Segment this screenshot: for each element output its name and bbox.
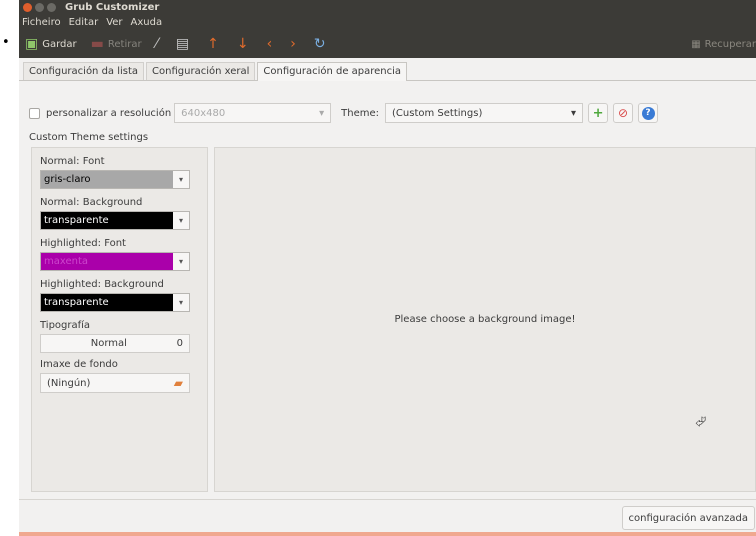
chevron-right-icon: › [290,36,296,52]
custom-theme-group-label: Custom Theme settings [29,132,149,143]
list-bullet: • [2,35,10,50]
arrow-down-icon: ↓ [236,36,249,52]
move-left-button[interactable]: ‹ [267,36,277,52]
resolution-theme-row: personalizar a resolución 640x480 ▾ Them… [29,101,756,125]
typography-font-button[interactable]: Normal 0 [40,334,190,353]
bottom-separator [19,499,756,500]
window-title: Grub Customizer [65,2,160,13]
typography-font-name: Normal [90,338,127,349]
resolution-checkbox[interactable] [29,107,40,119]
normal-background-value: transparente [44,215,109,226]
normal-font-swatch: gris-claro [41,171,173,188]
move-right-button[interactable]: › [290,36,300,52]
bottom-accent-strip [19,532,756,536]
move-up-button[interactable]: ↑ [207,36,223,52]
menu-editar[interactable]: Editar [69,17,99,28]
tab-bar: Configuración da lista Configuración xer… [19,58,756,81]
background-image-chooser[interactable]: (Ningún) ▰ [40,373,190,393]
plus-icon: + [592,105,604,121]
tab-general-config[interactable]: Configuración xeral [146,62,256,80]
highlight-font-value: maxenta [44,256,89,267]
menu-ficheiro[interactable]: Ficheiro [22,17,61,28]
resolution-value: 640x480 [181,107,226,119]
app-window: Grub Customizer Ficheiro Editar Ver Axud… [19,0,756,536]
chevron-down-icon: ▾ [178,216,183,225]
help-button[interactable]: ? [638,103,659,123]
custom-theme-panel: Normal: Font gris-claro ▾ Normal: Backgr… [31,147,208,492]
normal-background-combo[interactable]: transparente ▾ [40,211,190,230]
title-bar: Grub Customizer [19,0,756,15]
theme-label: Theme: [341,107,380,119]
close-window-icon[interactable] [23,3,32,12]
chevron-down-icon: ▾ [319,107,325,119]
move-down-button[interactable]: ↓ [237,36,253,52]
save-label: Gardar [42,38,77,50]
arrow-up-icon: ↑ [207,36,219,52]
chevron-down-icon: ▾ [178,257,183,266]
highlight-font-swatch: maxenta [41,253,173,270]
refresh-button[interactable]: ↻ [314,36,330,52]
toolbar: ▣ Gardar ▬ Retirar ⁄ ▤ ↑ ↓ ‹ › ↻ ▦ Recup… [19,30,756,58]
background-image-value: (Ningún) [47,377,91,389]
advanced-settings-button[interactable]: configuración avanzada [621,506,755,530]
chevron-left-icon: ‹ [266,36,273,52]
add-theme-button[interactable]: + [588,103,609,123]
remove-icon: ▬ [90,36,104,52]
highlight-background-label: Highlighted: Background [40,279,164,290]
normal-background-swatch: transparente [41,212,173,229]
tab-list-config[interactable]: Configuración da lista [23,62,145,80]
theme-combo[interactable]: (Custom Settings) ▾ [385,103,584,123]
mouse-pointer-icon: ⮰ [695,414,707,430]
folder-icon: ▰ [173,376,183,390]
chevron-down-icon: ▾ [178,298,183,307]
reload-icon: ▦ [691,38,701,50]
reload-button[interactable]: ▦ Recuperar [691,30,756,58]
typography-font-size: 0 [176,338,183,349]
remove-button[interactable]: ▬ Retirar [91,36,142,52]
remove-theme-button[interactable]: ⊘ [613,103,634,123]
minimize-window-icon[interactable] [35,3,44,12]
chevron-down-icon: ▾ [178,175,183,184]
highlight-background-swatch: transparente [41,294,173,311]
normal-font-label: Normal: Font [40,156,105,167]
wand-icon: ⁄ [155,36,158,52]
background-image-label: Imaxe de fondo [40,359,118,370]
edit-entry-button[interactable]: ▤ [176,36,193,52]
typography-label: Tipografía [40,320,91,331]
menu-bar: Ficheiro Editar Ver Axuda [19,15,756,30]
normal-font-value: gris-claro [44,174,91,185]
menu-axuda[interactable]: Axuda [131,17,163,28]
highlight-background-combo[interactable]: transparente ▾ [40,293,190,312]
highlight-font-label: Highlighted: Font [40,238,126,249]
resolution-combo[interactable]: 640x480 ▾ [174,103,332,123]
menu-ver[interactable]: Ver [106,17,122,28]
remove-label: Retirar [107,38,142,50]
normal-background-label: Normal: Background [40,197,143,208]
highlight-font-combo[interactable]: maxenta ▾ [40,252,190,271]
maximize-window-icon[interactable] [47,3,56,12]
new-entry-button[interactable]: ⁄ [156,36,162,52]
normal-font-combo[interactable]: gris-claro ▾ [40,170,190,189]
document-icon: ▤ [175,36,190,52]
highlight-background-value: transparente [44,297,109,308]
save-icon: ▣ [25,36,39,52]
theme-value: (Custom Settings) [392,107,483,119]
refresh-icon: ↻ [313,36,326,52]
chevron-down-icon: ▾ [571,107,577,119]
reload-label: Recuperar [704,38,756,50]
preview-message: Please choose a background image! [394,314,576,325]
theme-preview-area: Please choose a background image! [214,147,756,492]
no-entry-icon: ⊘ [618,106,629,120]
resolution-label: personalizar a resolución [46,107,172,119]
save-button[interactable]: ▣ Gardar [25,36,77,52]
help-icon: ? [641,106,655,120]
tab-appearance-config[interactable]: Configuración de aparencia [257,62,408,81]
